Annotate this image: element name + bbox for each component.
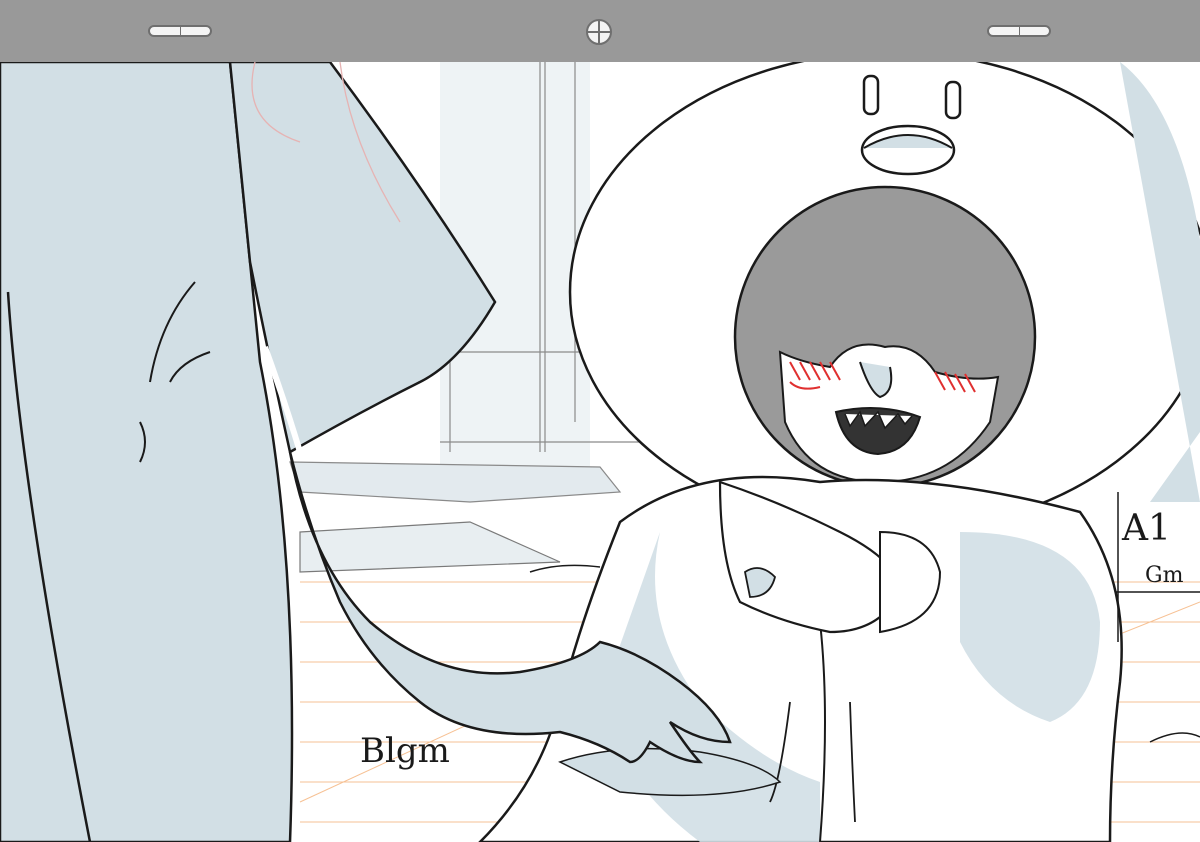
annotation-layer-a-sub: Gm — [1145, 563, 1184, 588]
animation-frame: A1 Gm Blgm — [0, 62, 1200, 842]
child-head — [733, 185, 1037, 489]
annotation-layer-b: Blgm — [360, 731, 450, 771]
peg-hole-left — [148, 25, 212, 37]
annotation-layer-a: A1 — [1121, 508, 1171, 549]
peg-hole-right — [987, 25, 1051, 37]
peg-hole-center — [586, 19, 612, 45]
peg-bar — [0, 0, 1200, 62]
